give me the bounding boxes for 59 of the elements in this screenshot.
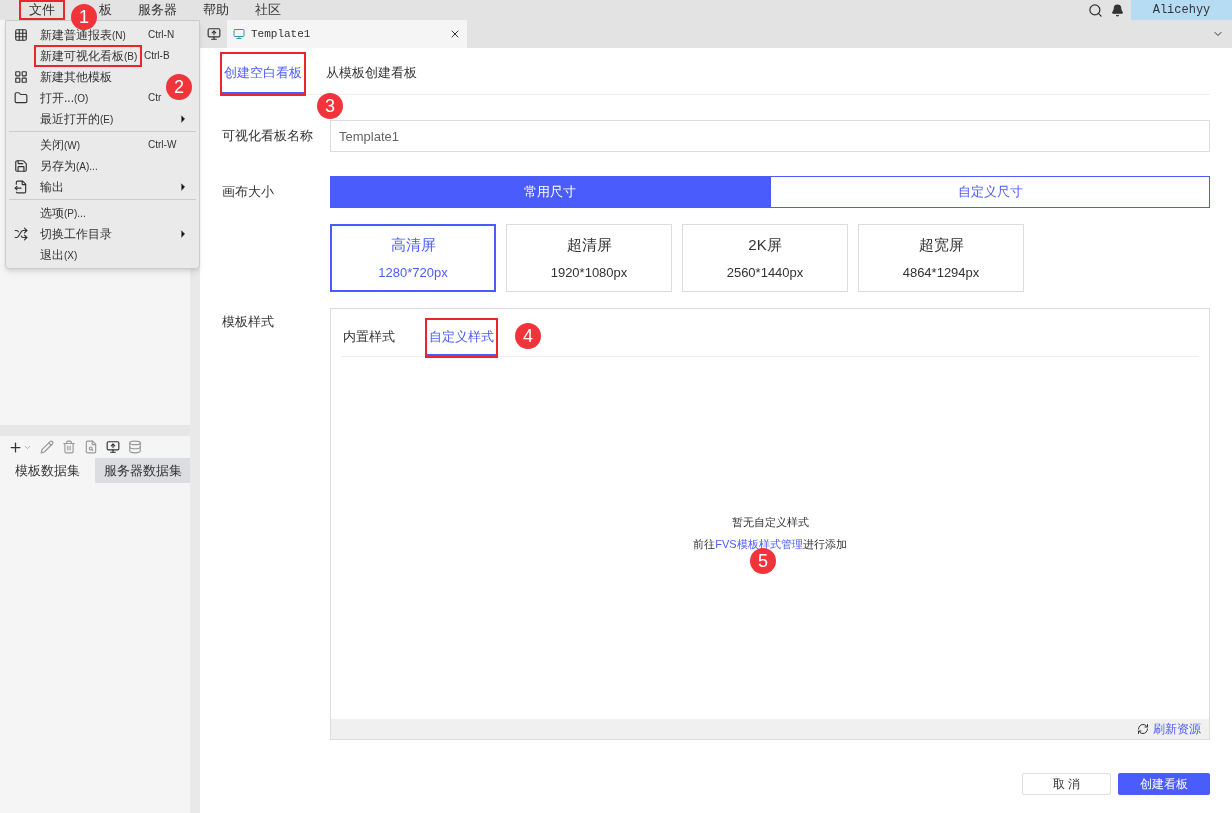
menu-entry[interactable]: 新建可视化看板(B) [36,46,140,65]
field-label: 模板样式 [222,313,275,331]
empty-title: 暂无自定义样式 [731,514,809,530]
create-button[interactable]: 创建看板 [1118,773,1210,795]
grid-icon [14,27,28,42]
shuffle-icon [14,226,28,241]
bell-icon[interactable] [1111,3,1124,17]
menu-entry[interactable]: 输出 [40,177,144,196]
step-badge: 4 [515,323,541,349]
menu-shortcut: Ctrl-W [148,138,177,152]
apps-icon [14,69,28,84]
delete-icon[interactable] [62,440,76,454]
size-mode-toggle[interactable]: 自定义尺寸 [770,176,1210,208]
style-tab[interactable]: 内置样式 [341,320,397,356]
export-icon [14,179,28,194]
document-tab[interactable]: Template1 [227,20,467,48]
size-preset-card[interactable]: 超清屏 1920*1080px [506,224,672,292]
preview-icon[interactable] [84,440,98,454]
menu-item[interactable]: 服务器 [138,0,177,20]
panel-tab[interactable]: 模板数据集 [0,458,95,483]
style-manage-link[interactable]: FVS模板样式管理 [715,538,803,550]
menu-item[interactable]: 板 [99,0,112,20]
menu-item[interactable]: 帮助 [203,0,229,20]
menu-entry[interactable]: 最近打开的(E) [40,109,144,128]
database-icon[interactable] [128,440,142,454]
menu-item[interactable]: 文件 [19,0,65,20]
search-icon[interactable] [1088,2,1103,18]
size-mode-toggle[interactable]: 常用尺寸 [330,176,770,208]
add-icon[interactable] [8,439,23,455]
page-tab[interactable]: 从模板创建看板 [324,54,419,94]
new-tab-icon[interactable] [206,27,221,41]
refresh-link[interactable]: 刷新资源 [1153,720,1201,738]
menu-entry[interactable]: 关闭(W) [40,135,144,154]
cancel-button[interactable]: 取 消 [1022,773,1111,795]
page-tab[interactable]: 创建空白看板 [222,54,304,94]
name-field[interactable]: Template1 [330,120,1210,152]
user-name[interactable]: Alicehyy [1131,0,1232,20]
menu-shortcut: Ctrl-N [148,28,175,42]
folder-icon [14,90,28,105]
menu-entry[interactable]: 切换工作目录 [40,224,144,243]
panel-tab[interactable]: 服务器数据集 [95,458,190,483]
field-label: 画布大小 [222,183,275,202]
size-preset-card[interactable]: 超宽屏 4864*1294px [858,224,1024,292]
menu-shortcut: Ctr [148,91,162,105]
menu-shortcut: Ctrl-B [144,49,170,63]
menu-entry[interactable]: 选项(P)... [40,203,144,222]
style-tab[interactable]: 自定义样式 [427,320,496,356]
size-preset-card[interactable]: 2K屏 2560*1440px [682,224,848,292]
menu-entry[interactable]: 打开...(O) [40,88,144,107]
refresh-icon[interactable] [1137,723,1149,735]
menu-item[interactable]: 社区 [255,0,281,20]
step-badge: 3 [317,93,343,119]
save-icon [14,158,28,173]
size-preset-card[interactable]: 高清屏 1280*720px [330,224,496,292]
menu-entry[interactable]: 退出(X) [40,245,144,264]
close-icon[interactable] [449,28,461,40]
menu-entry[interactable]: 新建其他模板 [40,67,144,86]
menu-entry[interactable]: 另存为(A)... [40,156,144,175]
field-label: 可视化看板名称 [222,127,314,146]
